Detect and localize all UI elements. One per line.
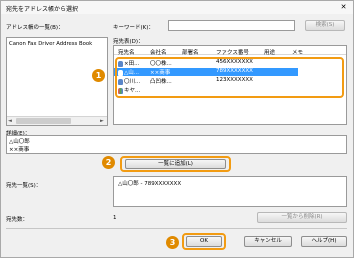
scrollbar-thumb[interactable] [16, 118, 71, 124]
remove-from-list-button[interactable]: 一覧から削除(R) [257, 212, 347, 223]
address-book-item[interactable]: Canon Fax Driver Address Book [9, 41, 92, 47]
column-header[interactable]: 部署名 [182, 48, 199, 56]
title-bar: 宛先をアドレス帳から選択 ✕ [1, 1, 353, 14]
details-line: △山〇郎 [9, 139, 30, 145]
table-header: 宛先名 会社名 部署名 ファクス番号 用途 メモ [114, 46, 346, 56]
column-header[interactable]: 会社名 [150, 48, 167, 56]
address-book-list[interactable]: Canon Fax Driver Address Book ◄ ► [6, 37, 108, 126]
ok-button[interactable]: OK [186, 236, 222, 247]
details-box: △山〇郎 ××商事 [6, 135, 347, 154]
list-item[interactable]: △山〇郎 - 789XXXXXXX [118, 179, 181, 187]
destination-count-label: 宛先数： [6, 217, 29, 223]
destination-list-label: 宛先一覧(S)： [6, 183, 42, 189]
scroll-right-icon[interactable]: ► [100, 118, 104, 124]
destination-table-label: 宛先表(D)： [113, 39, 144, 45]
column-header[interactable]: 用途 [264, 48, 275, 56]
destination-count-value: 1 [113, 215, 117, 221]
callout-3-badge: 3 [166, 236, 179, 249]
scroll-left-icon[interactable]: ◄ [8, 118, 12, 124]
destination-table[interactable]: 宛先名 会社名 部署名 ファクス番号 用途 メモ ×田... 〇〇株... 45… [113, 45, 347, 125]
address-book-label: アドレス帳の一覧(B)： [6, 25, 64, 31]
dialog-window: 宛先をアドレス帳から選択 ✕ アドレス帳の一覧(B)： Canon Fax Dr… [0, 0, 354, 258]
column-header[interactable]: ファクス番号 [216, 48, 249, 56]
close-icon[interactable]: ✕ [339, 3, 348, 11]
column-header[interactable]: メモ [292, 48, 303, 56]
footer-divider [6, 228, 347, 229]
column-header[interactable]: 宛先名 [118, 48, 135, 56]
destination-list[interactable]: △山〇郎 - 789XXXXXXX [113, 176, 347, 207]
window-title: 宛先をアドレス帳から選択 [6, 6, 79, 13]
keyword-input[interactable] [168, 20, 295, 31]
keyword-label: キーワード(K)： [113, 25, 154, 31]
horizontal-scrollbar[interactable]: ◄ ► [7, 116, 107, 125]
cancel-button[interactable]: キャンセル [244, 236, 292, 247]
details-line: ××商事 [9, 147, 30, 153]
callout-1-badge: 1 [92, 69, 105, 82]
help-button[interactable]: ヘルプ(H) [301, 236, 347, 247]
selection-highlight-frame [115, 57, 344, 98]
search-button[interactable]: 検索(S) [305, 20, 345, 31]
callout-2-badge: 2 [102, 156, 115, 169]
add-to-list-button[interactable]: 一覧に追加(L) [125, 159, 226, 169]
